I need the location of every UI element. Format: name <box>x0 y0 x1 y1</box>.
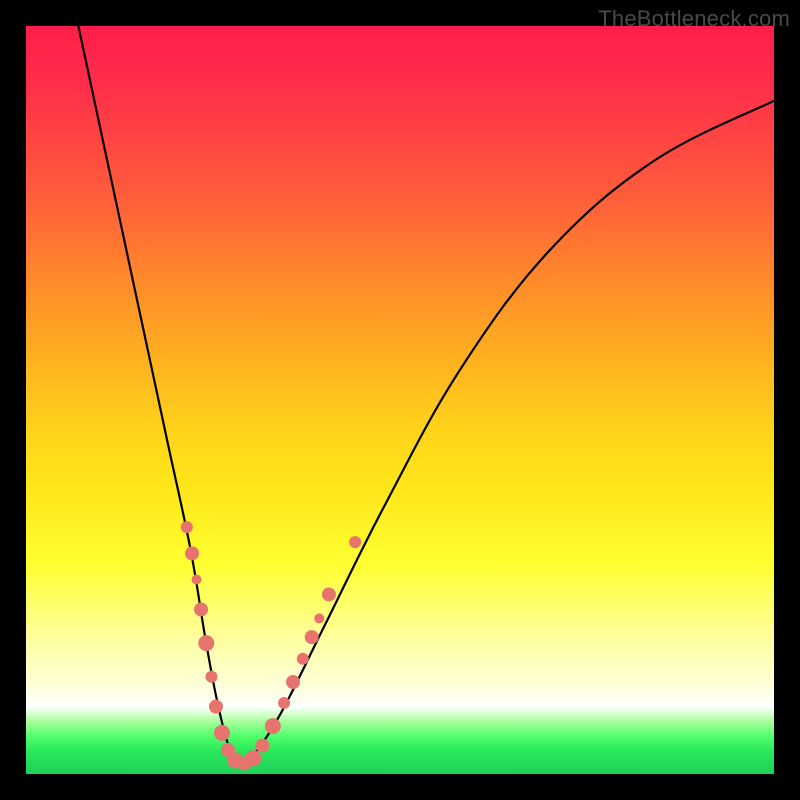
bead <box>194 602 208 616</box>
bead <box>245 750 261 766</box>
bead <box>314 613 324 623</box>
bead <box>206 671 218 683</box>
bead <box>349 536 361 548</box>
bead <box>198 635 214 651</box>
bead <box>265 718 281 734</box>
bottleneck-curve <box>78 26 774 768</box>
bead <box>181 521 193 533</box>
bead <box>278 697 290 709</box>
bead <box>214 725 230 741</box>
bead <box>192 575 202 585</box>
beads-group <box>181 521 361 770</box>
bead <box>322 587 336 601</box>
bead <box>297 653 309 665</box>
bead <box>209 700 223 714</box>
bead <box>305 630 319 644</box>
bead <box>286 675 300 689</box>
chart-svg <box>26 26 774 774</box>
bead <box>185 546 199 560</box>
bead <box>255 739 269 753</box>
